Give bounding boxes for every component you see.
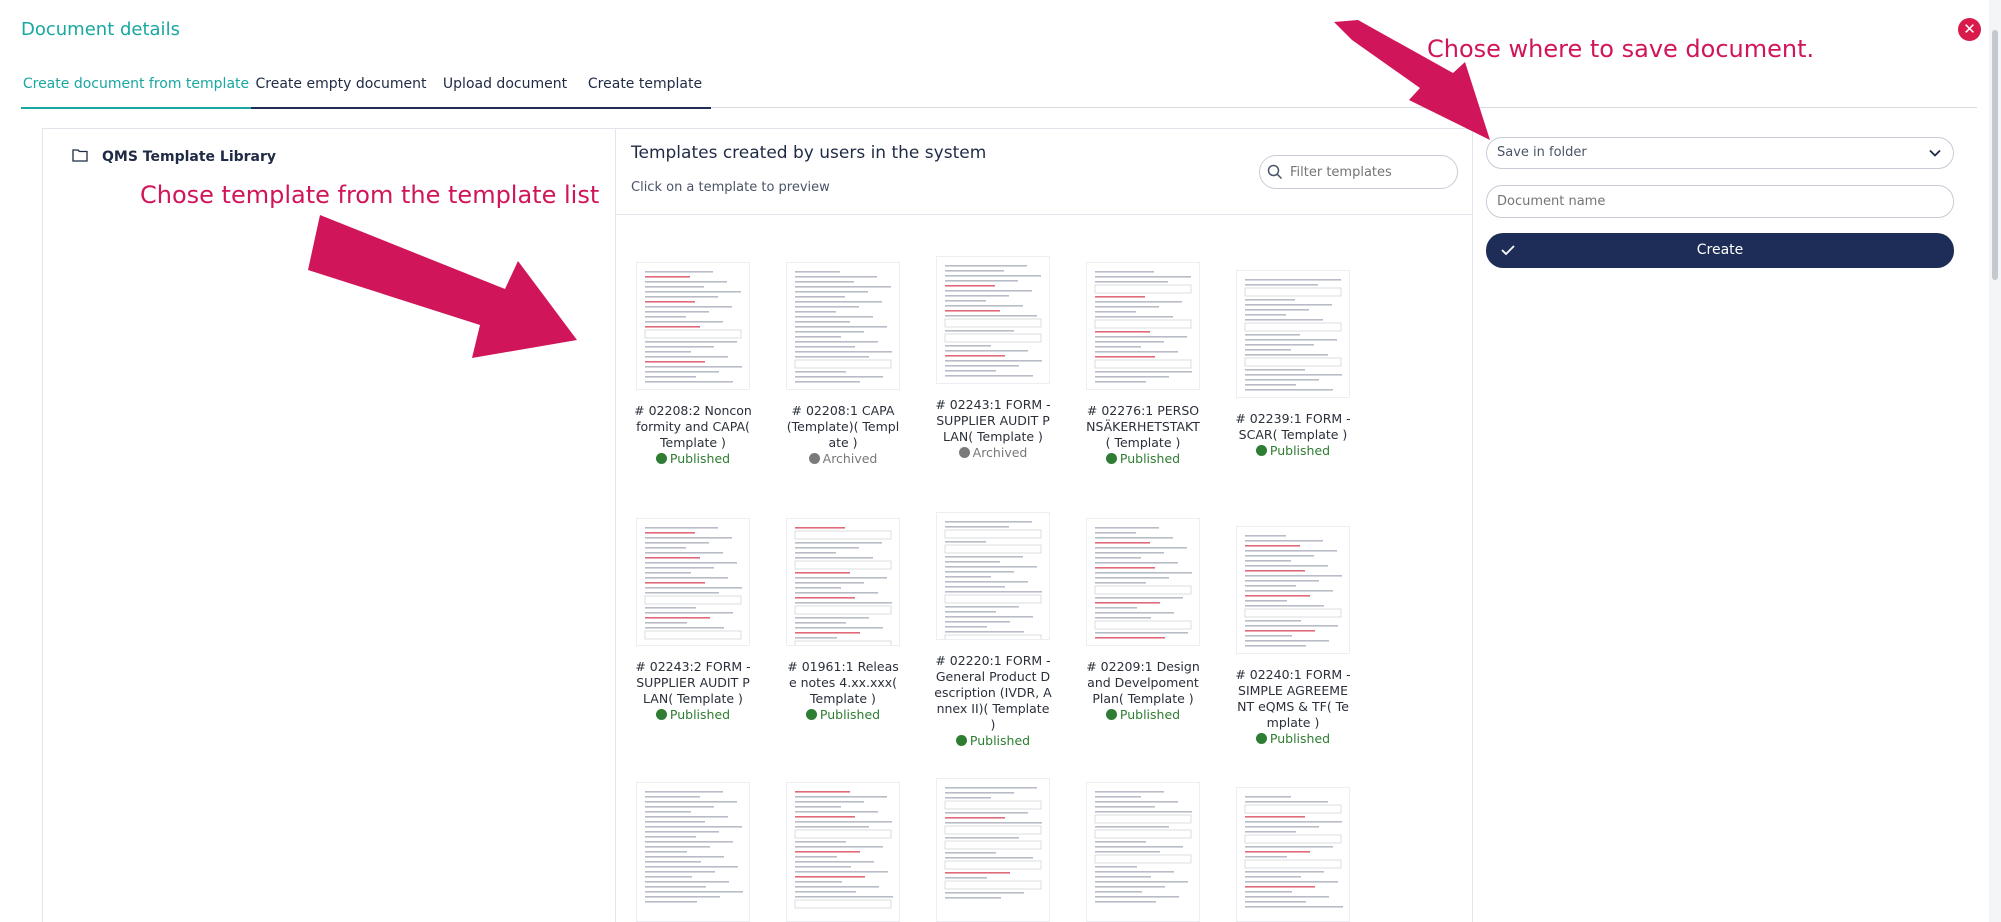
- folder-icon: [72, 149, 88, 162]
- status-dot-icon: [808, 453, 820, 464]
- tab-label: Create empty document: [255, 76, 427, 92]
- status-text: Archived: [972, 445, 1028, 460]
- status-dot-icon: [1105, 709, 1117, 720]
- tab-upload-document[interactable]: Upload document: [431, 70, 579, 109]
- status-text: Published: [1119, 707, 1181, 722]
- template-card[interactable]: # 02239:1 FORM - SCAR( Template ) Publish…: [1234, 411, 1352, 459]
- dialog-title: Document details: [21, 19, 180, 40]
- template-name: # 02243:1 FORM - SUPPLIER AUDIT PLAN( Te…: [935, 397, 1051, 444]
- template-thumbnail[interactable]: [786, 782, 900, 922]
- status-dot-icon: [958, 447, 970, 458]
- tab-active-indicator: [21, 107, 251, 109]
- status-badge: Archived: [934, 445, 1052, 461]
- tab-create-from-template[interactable]: Create document from template: [21, 70, 251, 109]
- section-title: Templates created by users in the system: [631, 143, 987, 163]
- check-icon: [1501, 245, 1515, 256]
- status-dot-icon: [1255, 733, 1267, 744]
- template-thumbnail[interactable]: [1236, 526, 1350, 654]
- template-thumbnail[interactable]: [1236, 270, 1350, 398]
- status-badge: Published: [1234, 731, 1352, 747]
- create-button[interactable]: Create: [1486, 233, 1954, 268]
- tab-label: Create template: [587, 76, 703, 92]
- arrow-icon: [308, 215, 577, 358]
- status-dot-icon: [805, 709, 817, 720]
- template-thumbnail[interactable]: [1086, 518, 1200, 646]
- template-name: # 02240:1 FORM - SIMPLE AGREEMENT eQMS &…: [1235, 667, 1351, 730]
- header-divider: [616, 214, 1473, 215]
- status-text: Published: [1269, 443, 1331, 458]
- library-item[interactable]: QMS Template Library: [102, 149, 276, 165]
- template-thumbnail[interactable]: [1236, 786, 1350, 922]
- template-name: # 02239:1 FORM - SCAR( Template ): [1235, 411, 1351, 442]
- status-badge: Published: [934, 733, 1052, 749]
- template-thumbnail[interactable]: [936, 256, 1050, 384]
- status-dot-icon: [655, 709, 667, 720]
- folder-placeholder: Save in folder: [1497, 145, 1587, 160]
- tab-underline: [579, 107, 711, 109]
- status-dot-icon: [1255, 445, 1267, 456]
- template-thumbnail[interactable]: [636, 782, 750, 922]
- create-label: Create: [1696, 242, 1744, 258]
- template-card[interactable]: # 01961:1 Release notes 4.xx.xxx( Templa…: [784, 659, 902, 723]
- section-subtitle: Click on a template to preview: [631, 180, 830, 195]
- template-thumbnail[interactable]: [936, 512, 1050, 640]
- template-card[interactable]: # 02243:1 FORM - SUPPLIER AUDIT PLAN( Te…: [934, 397, 1052, 461]
- tab-label: Create document from template: [22, 76, 250, 92]
- status-text: Published: [1269, 731, 1331, 746]
- status-dot-icon: [955, 735, 967, 746]
- template-thumbnail[interactable]: [1086, 262, 1200, 390]
- filter-templates-input[interactable]: [1259, 155, 1458, 189]
- template-thumbnail[interactable]: [636, 518, 750, 646]
- close-icon[interactable]: ✕: [1958, 18, 1981, 41]
- template-name: # 02276:1 PERSONSÄKERHETSTAKT( Template …: [1086, 403, 1200, 450]
- status-text: Published: [969, 733, 1031, 748]
- search-icon: [1267, 164, 1283, 180]
- template-name: # 02243:2 FORM - SUPPLIER AUDIT PLAN( Te…: [635, 659, 751, 706]
- template-name: # 02220:1 FORM - General Product Descrip…: [934, 653, 1052, 732]
- template-name: # 02208:2 Nonconformity and CAPA( Templa…: [634, 403, 752, 450]
- status-badge: Published: [1084, 707, 1202, 723]
- template-card[interactable]: # 02220:1 FORM - General Product Descrip…: [934, 653, 1052, 749]
- tab-create-template[interactable]: Create template: [579, 70, 711, 109]
- template-thumbnail[interactable]: [636, 262, 750, 390]
- template-card[interactable]: # 02208:1 CAPA (Template)( Template ) Arc…: [784, 403, 902, 467]
- status-text: Archived: [822, 451, 878, 466]
- panel-divider: [615, 128, 616, 922]
- arrow-icon: [1334, 20, 1490, 140]
- template-card[interactable]: # 02208:2 Nonconformity and CAPA( Templa…: [634, 403, 752, 467]
- status-badge: Published: [784, 707, 902, 723]
- tab-create-empty[interactable]: Create empty document: [251, 70, 431, 109]
- status-dot-icon: [655, 453, 667, 464]
- status-dot-icon: [1105, 453, 1117, 464]
- save-in-folder-select[interactable]: Save in folder: [1486, 137, 1954, 169]
- tab-underline: [431, 107, 579, 109]
- template-name: # 02209:1 Design and Develpoment Plan( T…: [1086, 659, 1200, 706]
- status-badge: Archived: [784, 451, 902, 467]
- template-card[interactable]: # 02243:2 FORM - SUPPLIER AUDIT PLAN( Te…: [634, 659, 752, 723]
- status-badge: Published: [634, 707, 752, 723]
- status-badge: Published: [1234, 443, 1352, 459]
- scrollbar-thumb[interactable]: [1992, 30, 1998, 280]
- document-name-input[interactable]: [1486, 185, 1954, 218]
- template-thumbnail[interactable]: [936, 778, 1050, 922]
- chevron-down-icon: [1929, 149, 1941, 157]
- template-thumbnail[interactable]: [1086, 782, 1200, 922]
- template-card[interactable]: # 02240:1 FORM - SIMPLE AGREEMENT eQMS &…: [1234, 667, 1352, 747]
- template-name: # 02208:1 CAPA (Template)( Template ): [786, 403, 900, 450]
- tab-label: Upload document: [442, 76, 568, 92]
- tab-bar: Create document from template Create emp…: [21, 70, 1977, 109]
- status-text: Published: [669, 707, 731, 722]
- template-card[interactable]: # 02276:1 PERSONSÄKERHETSTAKT( Template …: [1084, 403, 1202, 467]
- template-thumbnail[interactable]: [786, 262, 900, 390]
- template-thumbnail[interactable]: [786, 518, 900, 646]
- tab-underline: [251, 107, 431, 109]
- status-badge: Published: [1084, 451, 1202, 467]
- status-text: Published: [669, 451, 731, 466]
- template-name: # 01961:1 Release notes 4.xx.xxx( Templa…: [787, 659, 899, 706]
- template-card[interactable]: # 02209:1 Design and Develpoment Plan( T…: [1084, 659, 1202, 723]
- status-text: Published: [1119, 451, 1181, 466]
- library-label: QMS Template Library: [102, 149, 277, 165]
- status-badge: Published: [634, 451, 752, 467]
- status-text: Published: [819, 707, 881, 722]
